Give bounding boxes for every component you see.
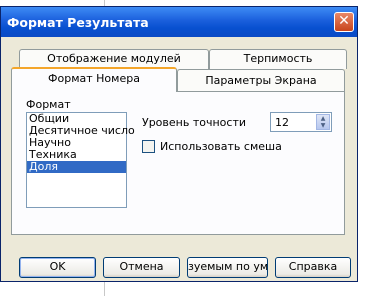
use-mixed-label: Использовать смеша <box>160 140 282 153</box>
number-format-panel: Формат Общии Десятичное число Научно Тех… <box>11 91 345 235</box>
close-button[interactable]: ✕ <box>334 12 354 32</box>
tab-label: Терпимость <box>243 52 313 65</box>
title-bar[interactable]: Формат Результата ✕ <box>1 7 357 37</box>
format-group-label: Формат <box>26 98 71 111</box>
precision-label: Уровень точности <box>142 116 247 129</box>
precision-value: 12 <box>275 116 289 129</box>
ok-button[interactable]: OK <box>19 257 96 278</box>
close-icon: ✕ <box>338 13 350 29</box>
format-result-dialog: Формат Результата ✕ Отображение модулей … <box>0 6 358 282</box>
format-listbox[interactable]: Общии Десятичное число Научно Техника До… <box>26 112 135 208</box>
tab-label: Формат Номера <box>48 72 140 85</box>
spin-down-icon[interactable]: ▼ <box>317 122 329 129</box>
spin-up-icon[interactable]: ▲ <box>317 115 329 122</box>
list-item-selected[interactable]: Доля <box>27 161 126 173</box>
set-default-button[interactable]: зуемым по умо <box>187 257 268 278</box>
use-mixed-checkbox[interactable] <box>142 140 155 153</box>
window-title: Формат Результата <box>7 15 149 30</box>
tab-module-display[interactable]: Отображение модулей <box>19 49 209 69</box>
precision-spinner[interactable]: 12 ▲ ▼ <box>270 112 332 132</box>
tab-display-settings[interactable]: Параметры Экрана <box>177 69 345 91</box>
tab-label: Параметры Экрана <box>205 74 317 87</box>
tab-tolerance[interactable]: Терпимость <box>209 49 347 69</box>
spinner-buttons[interactable]: ▲ ▼ <box>316 114 330 130</box>
tab-label: Отображение модулей <box>47 52 181 65</box>
cancel-button[interactable]: Отмена <box>103 257 180 278</box>
help-button[interactable]: Справка <box>275 257 351 278</box>
tab-number-format[interactable]: Формат Номера <box>11 67 177 92</box>
